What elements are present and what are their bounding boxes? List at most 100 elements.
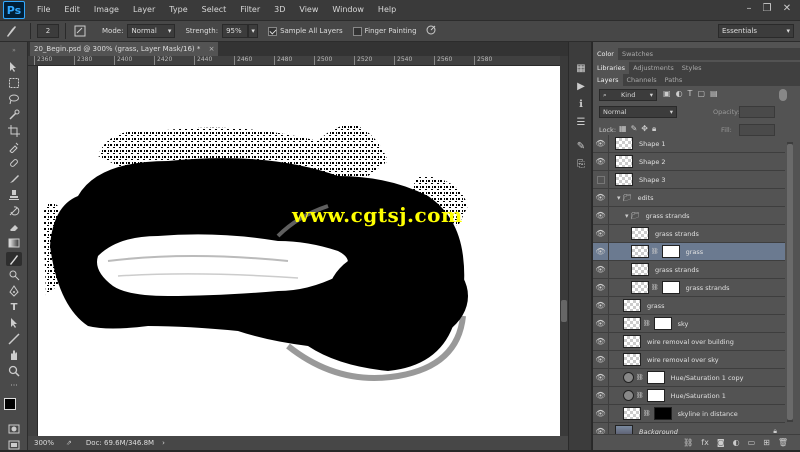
tab-styles[interactable]: Styles (678, 62, 706, 74)
menu-3d[interactable]: 3D (267, 0, 292, 20)
menu-edit[interactable]: Edit (57, 0, 87, 20)
visibility-eye-icon[interactable]: 👁︎ (593, 224, 609, 243)
menu-image[interactable]: Image (87, 0, 126, 20)
layer-row[interactable]: 👁︎ ⛓ Hue/Saturation 1 copy (593, 368, 785, 387)
layer-row[interactable]: 👁︎ ⛓ sky (593, 314, 785, 333)
layer-row[interactable]: 👁︎ ⛓ grass strands (593, 278, 785, 297)
sample-all-layers-checkbox[interactable] (268, 26, 278, 36)
smudge-tool-icon[interactable] (6, 252, 22, 266)
visibility-eye-icon[interactable]: 👁︎ (593, 404, 609, 423)
close-tab-icon[interactable]: × (209, 45, 215, 53)
zoom-level[interactable]: 300% (34, 439, 54, 447)
visibility-eye-icon[interactable]: 👁︎ (593, 242, 609, 261)
collapse-toolbar-icon[interactable]: » (6, 46, 22, 54)
strength-slider-toggle[interactable]: ▾ (248, 24, 259, 38)
finger-painting-checkbox[interactable] (352, 26, 362, 36)
canvas-vertical-scrollbar[interactable] (560, 56, 568, 436)
gradient-tool-icon[interactable] (6, 236, 22, 250)
brush-panel-icon[interactable] (72, 24, 88, 38)
lock-position-icon[interactable]: ✥ (641, 124, 648, 134)
menu-help[interactable]: Help (371, 0, 403, 20)
clone-stamp-tool-icon[interactable] (6, 188, 22, 202)
folder-icon[interactable]: ▾ 📁︎ (617, 194, 632, 202)
mask-link-icon[interactable]: ⛓ (636, 392, 644, 399)
visibility-eye-icon[interactable]: 👁︎ (593, 134, 609, 153)
layer-row[interactable]: 👁︎ ⛓ grass (593, 242, 785, 261)
layer-row[interactable]: 👁︎ grass strands (593, 224, 785, 243)
tab-swatches[interactable]: Swatches (618, 48, 657, 60)
eyedropper-tool-icon[interactable] (6, 140, 22, 154)
menu-view[interactable]: View (292, 0, 325, 20)
layers-scrollbar-thumb[interactable] (787, 144, 793, 420)
share-icon[interactable]: ⇗ (66, 439, 72, 447)
layer-mask-thumbnail[interactable] (653, 407, 672, 420)
visibility-eye-icon[interactable] (593, 170, 609, 189)
visibility-eye-icon[interactable]: 👁︎ (593, 386, 609, 405)
new-group-icon[interactable]: ▭ (748, 438, 756, 447)
minimize-icon[interactable]: – (742, 2, 756, 16)
layer-row[interactable]: 👁︎ wire removal over sky (593, 350, 785, 369)
layer-row[interactable]: 👁︎ wire removal over building (593, 332, 785, 351)
crop-tool-icon[interactable] (6, 124, 22, 138)
layer-row[interactable]: 👁︎ ▾ 📁︎ grass strands (593, 206, 785, 225)
menu-layer[interactable]: Layer (126, 0, 162, 20)
visibility-eye-icon[interactable]: 👁︎ (593, 314, 609, 333)
document-canvas[interactable] (38, 66, 560, 436)
new-adjustment-icon[interactable]: ◐ (733, 438, 740, 447)
visibility-eye-icon[interactable]: 👁︎ (593, 152, 609, 171)
layer-mask-thumbnail[interactable] (653, 317, 672, 330)
menu-select[interactable]: Select (195, 0, 234, 20)
eraser-tool-icon[interactable] (6, 220, 22, 234)
lasso-tool-icon[interactable] (6, 92, 22, 106)
layer-row[interactable]: 👁︎ ▾ 📁︎ edits (593, 188, 785, 207)
hand-tool-icon[interactable] (6, 348, 22, 362)
layer-row[interactable]: 👁︎ ⛓ Hue/Saturation 1 (593, 386, 785, 405)
visibility-eye-icon[interactable]: 👁︎ (593, 188, 609, 207)
tab-adjustments[interactable]: Adjustments (629, 62, 678, 74)
move-tool-icon[interactable] (6, 60, 22, 74)
type-tool-icon[interactable]: T (6, 300, 22, 314)
tab-libraries[interactable]: Libraries (593, 62, 630, 74)
menu-filter[interactable]: Filter (233, 0, 267, 20)
restore-icon[interactable]: ❐ (760, 2, 774, 16)
workspace-select[interactable]: Essentials ▾ (718, 24, 794, 38)
brush-size-picker[interactable]: 2 (37, 24, 59, 38)
layer-mask-thumbnail[interactable] (646, 371, 665, 384)
more-tools-icon[interactable]: ··· (6, 378, 22, 392)
properties-panel-icon[interactable]: ☰ (574, 116, 588, 130)
scrollbar-thumb[interactable] (561, 300, 567, 322)
mask-link-icon[interactable]: ⛓ (651, 248, 659, 255)
lock-all-icon[interactable]: 🔒︎ (652, 124, 656, 134)
history-panel-icon[interactable]: ▦ (574, 62, 588, 76)
path-selection-tool-icon[interactable] (6, 316, 22, 330)
shape-filter-icon[interactable]: ▢ (697, 89, 705, 98)
line-tool-icon[interactable] (6, 332, 22, 346)
layer-row[interactable]: 👁︎ Shape 2 (593, 152, 785, 171)
visibility-eye-icon[interactable]: 👁︎ (593, 206, 609, 225)
visibility-eye-icon[interactable]: 👁︎ (593, 332, 609, 351)
brush-panel-icon[interactable]: ✎ (574, 140, 588, 154)
filter-toggle[interactable] (779, 89, 787, 101)
smudge-tool-preset-icon[interactable] (4, 24, 24, 38)
visibility-eye-icon[interactable]: 👁︎ (593, 296, 609, 315)
layer-mask-thumbnail[interactable] (661, 281, 680, 294)
history-brush-tool-icon[interactable] (6, 204, 22, 218)
mask-link-icon[interactable]: ⛓ (643, 410, 651, 417)
link-layers-icon[interactable]: ⛓ (683, 438, 693, 447)
mask-link-icon[interactable]: ⛓ (636, 374, 644, 381)
pen-tool-icon[interactable] (6, 284, 22, 298)
layer-row[interactable]: 👁︎ Shape 1 (593, 134, 785, 153)
layer-row[interactable]: 👁︎ grass (593, 296, 785, 315)
layer-row[interactable]: 👁︎ grass strands (593, 260, 785, 279)
quick-mask-icon[interactable] (6, 422, 22, 436)
lock-transparency-icon[interactable]: ▦ (619, 124, 627, 134)
delete-layer-icon[interactable]: 🗑︎ (778, 438, 788, 447)
opacity-input[interactable] (739, 106, 775, 118)
menu-window[interactable]: Window (325, 0, 371, 20)
mode-select[interactable]: Normal ▾ (127, 24, 176, 38)
menu-file[interactable]: File (30, 0, 57, 20)
tab-channels[interactable]: Channels (623, 74, 661, 86)
new-layer-icon[interactable]: ⊞ (763, 438, 770, 447)
mask-link-icon[interactable]: ⛓ (643, 320, 651, 327)
pressure-icon[interactable] (425, 24, 439, 38)
